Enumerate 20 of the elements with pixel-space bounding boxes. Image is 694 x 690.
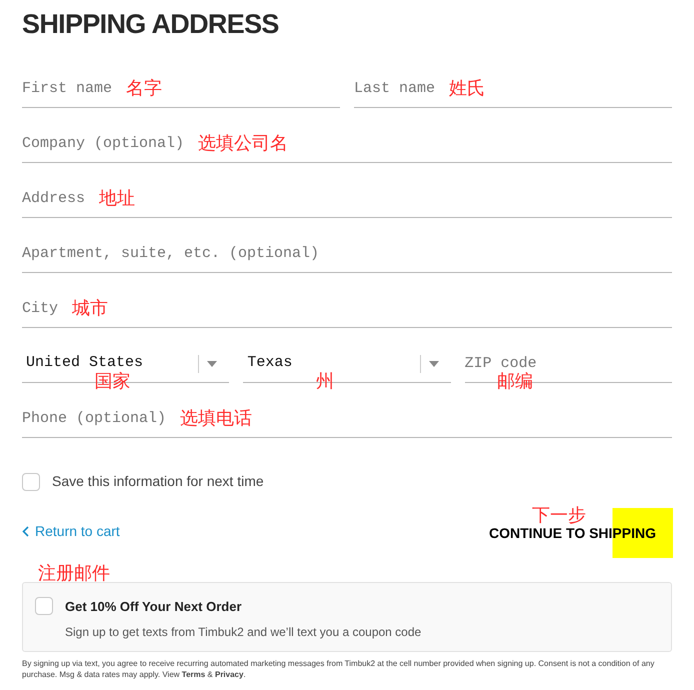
annotation-text: 姓氏 — [449, 79, 485, 97]
annotation-text: 选填电话 — [180, 409, 252, 427]
disclaimer-text: By signing up via text, you agree to receive recurring automated marketing messages from Timbuk2 at the cell number provided when signing up. Consent is not a condition of any purchase. Msg & data rates may apply. View Terms & Privacy. — [22, 658, 656, 680]
annotation-text: 名字 — [126, 79, 162, 97]
chevron-left-icon — [22, 526, 29, 537]
caret-icon — [207, 360, 218, 366]
annotation-text: 城市 — [72, 299, 108, 317]
promo-subtitle: Sign up to get texts from Timbuk2 and we’ll text you a coupon code — [65, 624, 422, 640]
annotation-text: 选填公司名 — [198, 134, 288, 152]
checkbox[interactable] — [35, 597, 53, 615]
annotation-text: 注册邮件 — [38, 564, 111, 582]
page-title: SHIPPING ADDRESS — [22, 8, 280, 40]
promo-title: Get 10% Off Your Next Order — [65, 598, 243, 616]
checkbox-label: Save this information for next time — [52, 472, 264, 491]
input-field[interactable]: Apartment, suite, etc. (optional) — [22, 235, 672, 273]
checkbox[interactable] — [22, 472, 40, 490]
annotation-text: 地址 — [99, 189, 135, 207]
return-link[interactable]: Return to cart — [22, 521, 120, 542]
annotation-text: 下一步 — [532, 506, 586, 524]
caret-icon — [428, 360, 439, 366]
